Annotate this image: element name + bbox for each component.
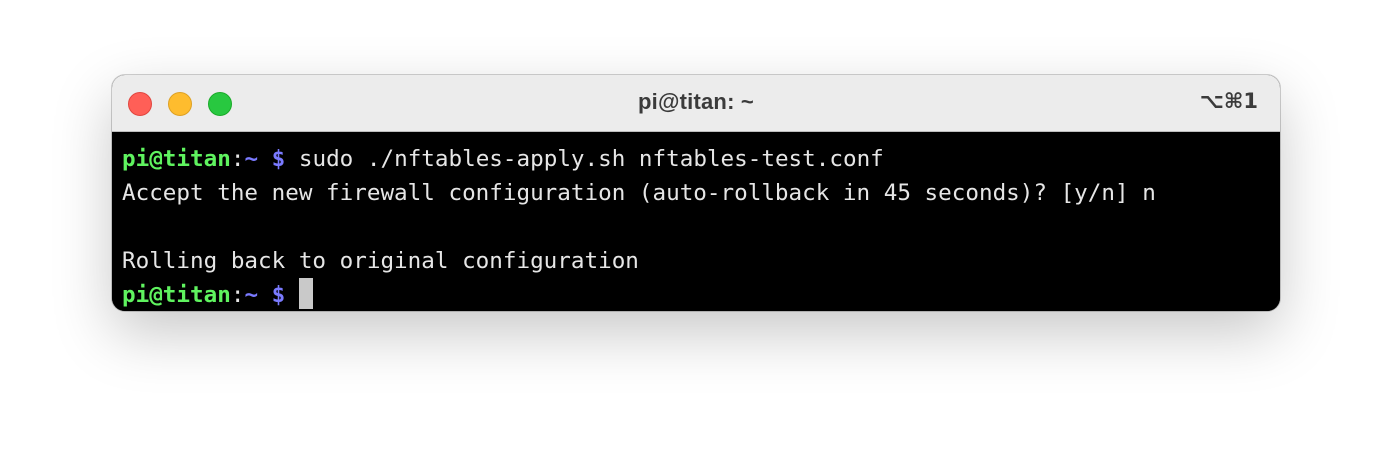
prompt-path: ~	[244, 146, 259, 172]
output-text: Rolling back to original configuration	[122, 248, 639, 274]
command-text: sudo ./nftables-apply.sh nftables-test.c…	[285, 146, 884, 172]
text-cursor	[298, 278, 313, 309]
terminal-line: Rolling back to original configuration	[122, 244, 1280, 278]
window-shortcut: ⌥⌘1	[1199, 89, 1258, 113]
output-text: Accept the new firewall configuration (a…	[122, 180, 1156, 206]
terminal-window: pi@titan: ~ ⌥⌘1 pi@titan:~ $ sudo ./nfta…	[112, 75, 1280, 311]
window-title: pi@titan: ~	[638, 89, 754, 114]
terminal-content[interactable]: pi@titan:~ $ sudo ./nftables-apply.sh nf…	[112, 132, 1280, 311]
prompt-symbol: $	[271, 282, 286, 308]
terminal-line: Accept the new firewall configuration (a…	[122, 176, 1280, 210]
terminal-line: pi@titan:~ $ sudo ./nftables-apply.sh nf…	[122, 142, 1280, 176]
prompt-symbol: $	[271, 146, 286, 172]
prompt-separator: :	[230, 282, 245, 308]
prompt-user-host: pi@titan	[122, 146, 231, 172]
prompt-separator: :	[230, 146, 245, 172]
prompt-user-host: pi@titan	[122, 282, 231, 308]
terminal-line: pi@titan:~ $	[122, 278, 1280, 311]
prompt-path: ~	[244, 282, 259, 308]
title-bar[interactable]: pi@titan: ~ ⌥⌘1	[112, 75, 1280, 132]
command-text	[285, 282, 299, 308]
